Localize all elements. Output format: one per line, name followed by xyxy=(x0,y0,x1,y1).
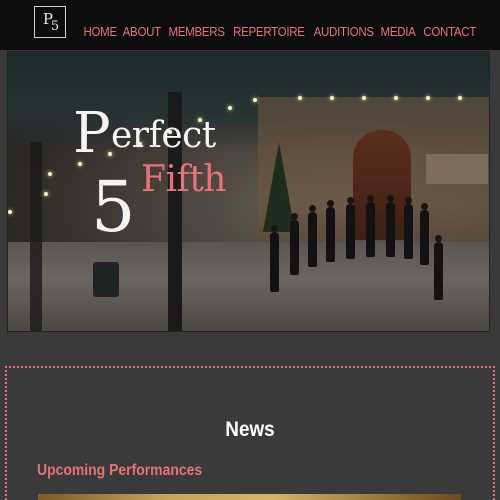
logo-number: 5 xyxy=(50,18,59,34)
hero-door xyxy=(353,130,411,240)
hero-image: P erfect 5 Fifth xyxy=(7,51,490,332)
nav-contact[interactable]: CONTACT xyxy=(423,25,476,39)
main-nav: HOME ABOUT MEMBERS REPERTOIRE AUDITIONS … xyxy=(82,22,478,42)
nav-home[interactable]: HOME xyxy=(83,25,117,39)
brand-word-fifth: Fifth xyxy=(141,159,226,200)
news-section: News Upcoming Performances xyxy=(5,366,495,500)
logo-letter: P xyxy=(42,10,53,28)
performance-image[interactable] xyxy=(38,494,461,500)
nav-repertoire[interactable]: REPERTOIRE xyxy=(233,25,305,39)
brand-number: 5 xyxy=(91,166,136,248)
site-logo[interactable]: P5 xyxy=(34,6,66,38)
nav-members[interactable]: MEMBERS xyxy=(168,25,224,39)
nav-auditions[interactable]: AUDITIONS xyxy=(314,25,374,39)
brand-word-perfect: erfect xyxy=(111,115,216,156)
brand-initial: P xyxy=(73,101,111,166)
hero-floor xyxy=(8,242,489,331)
hero-pillar xyxy=(30,142,42,331)
christmas-tree xyxy=(263,142,295,232)
hero-window xyxy=(426,154,488,184)
upcoming-performances-heading: Upcoming Performances xyxy=(37,462,203,479)
nav-about[interactable]: ABOUT xyxy=(123,25,162,39)
top-navigation-bar: P5 HOME ABOUT MEMBERS REPERTOIRE AUDITIO… xyxy=(0,0,500,50)
planter xyxy=(93,262,119,297)
brand-wordmark: P erfect 5 Fifth xyxy=(73,106,253,248)
news-heading: News xyxy=(225,418,275,441)
nav-media[interactable]: MEDIA xyxy=(381,25,416,39)
